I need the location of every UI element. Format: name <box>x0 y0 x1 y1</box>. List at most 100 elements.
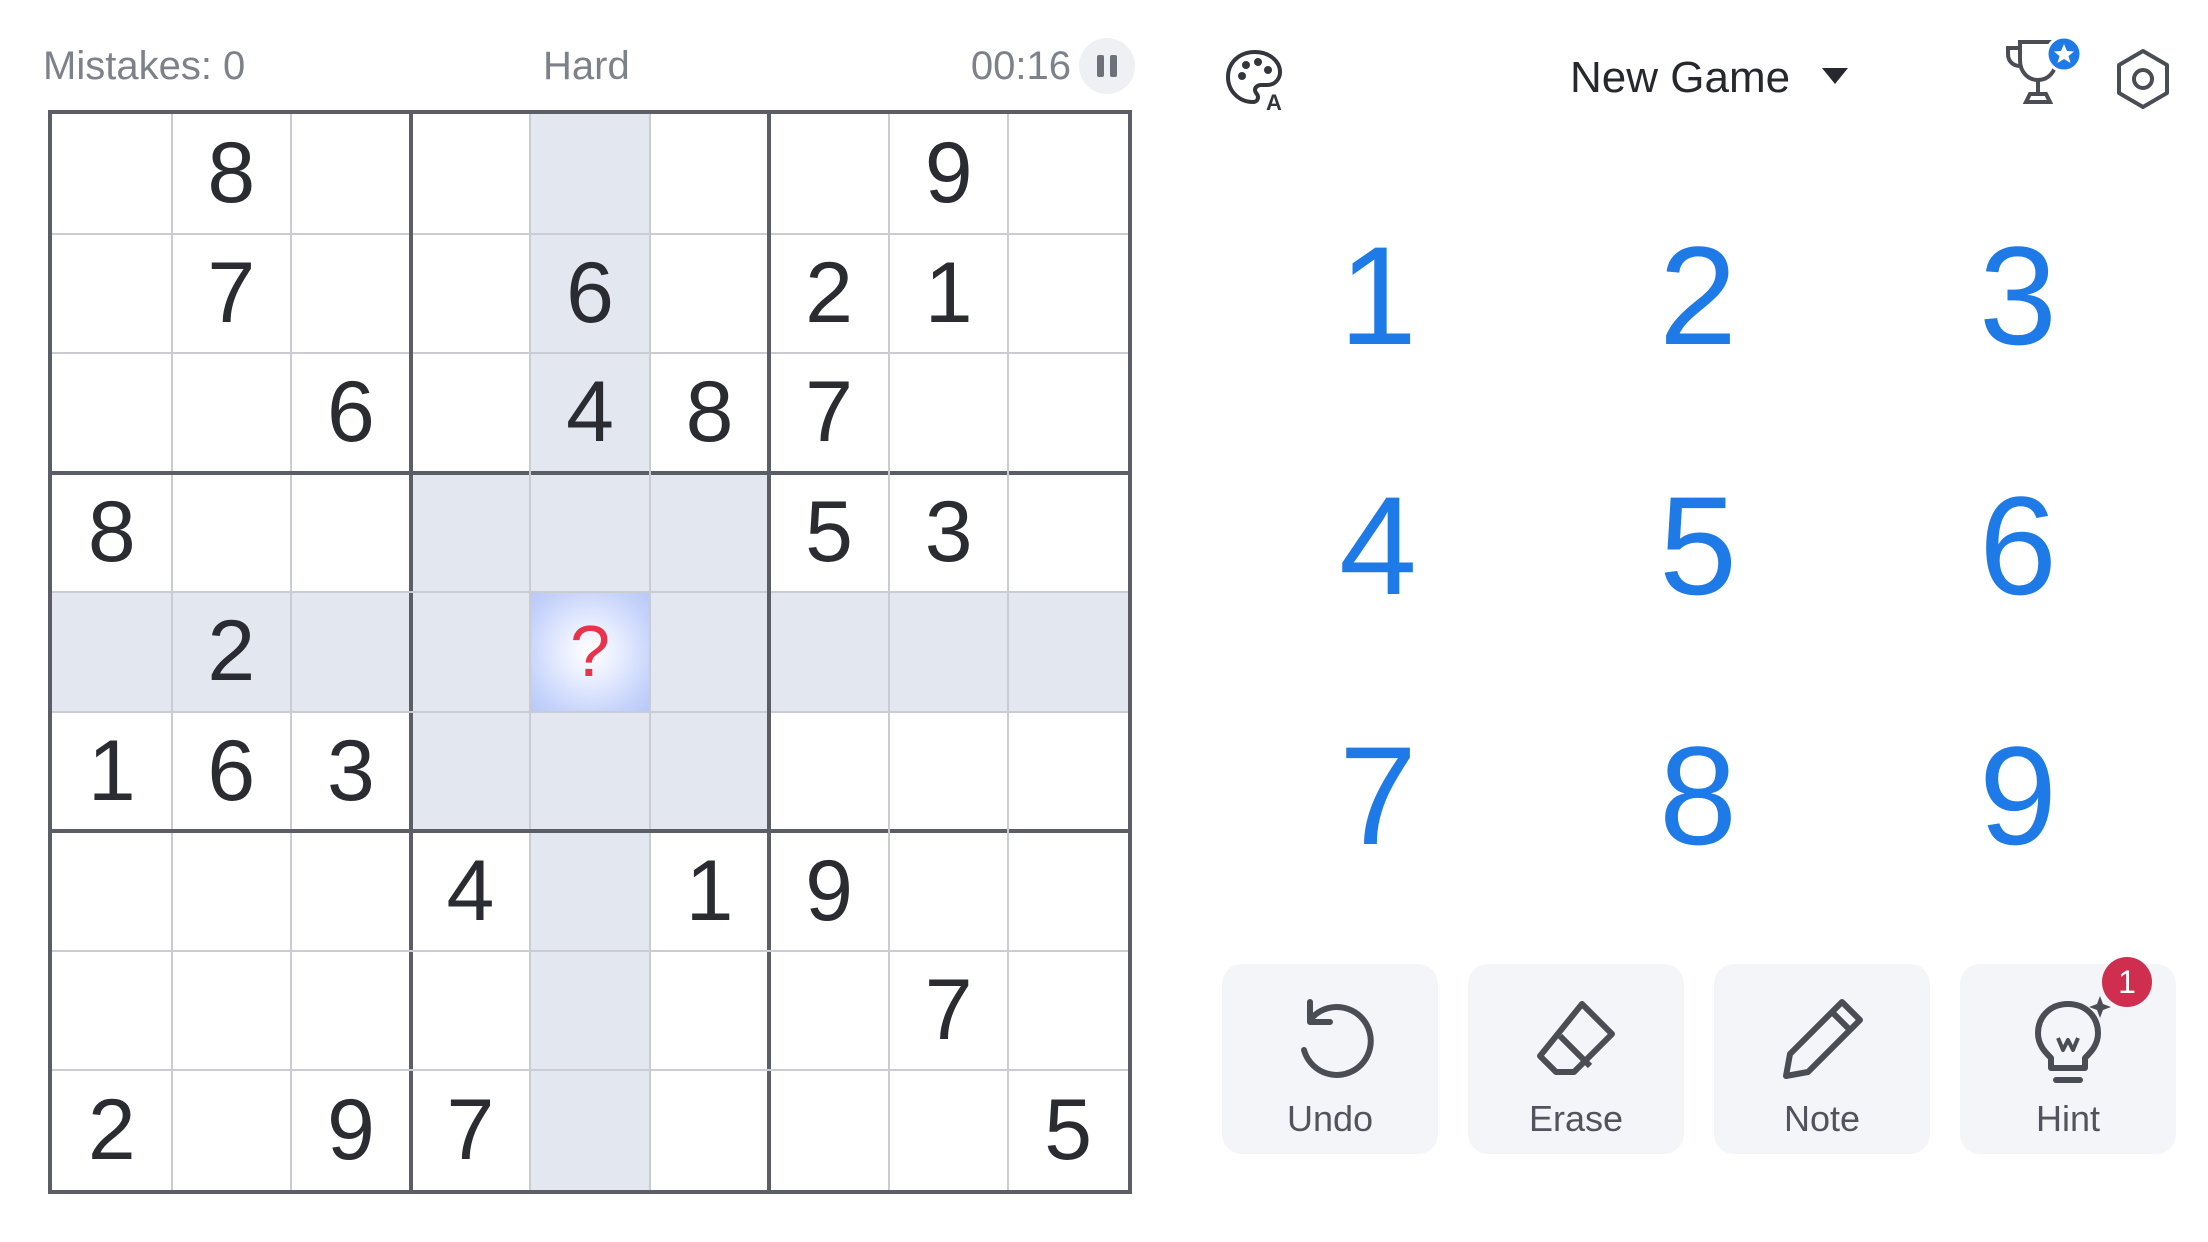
board-cell-r3c7[interactable]: 7 <box>769 353 889 473</box>
board-cell-r5c1[interactable] <box>52 592 172 712</box>
numpad-7-button[interactable]: 7 <box>1278 696 1478 896</box>
board-cell-r4c4[interactable] <box>410 472 531 593</box>
board-cell-r9c6[interactable] <box>650 1070 770 1190</box>
board-cell-r4c6[interactable] <box>649 472 770 593</box>
board-cell-r7c8[interactable] <box>889 831 1009 951</box>
board-cell-r5c8[interactable] <box>888 592 1009 712</box>
board-cell-r4c2[interactable] <box>172 473 292 593</box>
board-cell-r2c1[interactable] <box>52 234 172 354</box>
caret-down-icon[interactable] <box>1822 68 1848 84</box>
board-cell-r6c5[interactable] <box>530 711 650 832</box>
board-cell-r8c5[interactable] <box>530 950 650 1071</box>
board-cell-r4c7[interactable]: 5 <box>769 473 889 593</box>
numpad-6-button[interactable]: 6 <box>1918 446 2118 646</box>
board-cell-r3c9[interactable] <box>1008 353 1128 473</box>
board-cell-r9c3[interactable]: 9 <box>291 1070 411 1190</box>
numpad-9-button[interactable]: 9 <box>1918 696 2118 896</box>
board-cell-r8c6[interactable] <box>650 951 770 1071</box>
board-cell-r7c4[interactable]: 4 <box>411 831 531 951</box>
board-cell-r1c9[interactable] <box>1008 114 1128 234</box>
board-cell-r5c4[interactable] <box>410 592 531 712</box>
board-cell-r4c5[interactable] <box>530 472 650 593</box>
board-cell-r1c7[interactable] <box>769 114 889 234</box>
pause-icon[interactable] <box>1079 38 1135 94</box>
board-cell-r8c4[interactable] <box>411 951 531 1071</box>
trophy-icon[interactable] <box>1998 34 2088 114</box>
board-cell-r5c6[interactable] <box>649 592 770 712</box>
board-cell-r7c3[interactable] <box>291 831 411 951</box>
board-cell-r4c3[interactable] <box>291 473 411 593</box>
numpad-4-button[interactable]: 4 <box>1278 446 1478 646</box>
board-cell-r4c1[interactable]: 8 <box>52 473 172 593</box>
board-cell-r7c7[interactable]: 9 <box>769 831 889 951</box>
board-cell-r1c4[interactable] <box>411 114 531 234</box>
note-button[interactable]: Note <box>1714 964 1930 1154</box>
board-cell-r2c9[interactable] <box>1008 234 1128 354</box>
board-cell-r3c3[interactable]: 6 <box>291 353 411 473</box>
board-cell-r3c6[interactable]: 8 <box>650 353 770 473</box>
board-cell-r5c7[interactable] <box>769 592 889 712</box>
grid-line <box>1007 114 1010 1190</box>
board-cell-r2c8[interactable]: 1 <box>889 234 1009 354</box>
board-cell-r5c9[interactable] <box>1008 592 1128 712</box>
board-cell-r8c9[interactable] <box>1008 951 1128 1071</box>
board-cell-r8c7[interactable] <box>769 951 889 1071</box>
board-cell-r9c9[interactable]: 5 <box>1008 1070 1128 1190</box>
board-cell-r5c3[interactable] <box>291 592 411 712</box>
board-cell-r1c2[interactable]: 8 <box>172 114 292 234</box>
board-cell-r9c5[interactable] <box>530 1070 650 1190</box>
board-cell-r3c8[interactable] <box>889 353 1009 473</box>
board-cell-r8c1[interactable] <box>52 951 172 1071</box>
board-cell-r3c5[interactable]: 4 <box>530 353 650 473</box>
board-cell-r2c2[interactable]: 7 <box>172 234 292 354</box>
board-cell-r7c5[interactable] <box>530 831 650 951</box>
numpad-5-button[interactable]: 5 <box>1598 446 1798 646</box>
board-cell-r6c9[interactable] <box>1008 712 1128 832</box>
board-cell-r7c6[interactable]: 1 <box>650 831 770 951</box>
board-cell-r2c3[interactable] <box>291 234 411 354</box>
board-cell-r7c9[interactable] <box>1008 831 1128 951</box>
settings-icon[interactable] <box>2112 46 2174 112</box>
board-cell-r9c7[interactable] <box>769 1070 889 1190</box>
new-game-button[interactable]: New Game <box>1570 50 1790 106</box>
board-cell-r1c3[interactable] <box>291 114 411 234</box>
board-cell-r4c8[interactable]: 3 <box>889 473 1009 593</box>
board-cell-r5c5[interactable]: ? <box>530 592 650 712</box>
board-cell-r1c8[interactable]: 9 <box>889 114 1009 234</box>
board-cell-r9c4[interactable]: 7 <box>411 1070 531 1190</box>
erase-button[interactable]: Erase <box>1468 964 1684 1154</box>
board-cell-r1c5[interactable] <box>530 114 650 234</box>
undo-button[interactable]: Undo <box>1222 964 1438 1154</box>
board-cell-r6c4[interactable] <box>410 711 531 832</box>
board-cell-r9c2[interactable] <box>172 1070 292 1190</box>
board-cell-r3c2[interactable] <box>172 353 292 473</box>
board-cell-r5c2[interactable]: 2 <box>171 592 292 712</box>
board-cell-r8c3[interactable] <box>291 951 411 1071</box>
board-cell-r4c9[interactable] <box>1008 473 1128 593</box>
board-cell-r6c7[interactable] <box>769 712 889 832</box>
board-cell-r6c8[interactable] <box>889 712 1009 832</box>
board-cell-r3c1[interactable] <box>52 353 172 473</box>
board-cell-r8c2[interactable] <box>172 951 292 1071</box>
board-cell-r6c6[interactable] <box>649 711 770 832</box>
board-cell-r7c2[interactable] <box>172 831 292 951</box>
board-cell-r1c6[interactable] <box>650 114 770 234</box>
board-cell-r2c7[interactable]: 2 <box>769 234 889 354</box>
palette-icon[interactable]: A <box>1222 46 1288 112</box>
board-cell-r2c6[interactable] <box>650 234 770 354</box>
numpad-2-button[interactable]: 2 <box>1598 196 1798 396</box>
board-cell-r6c3[interactable]: 3 <box>291 712 411 832</box>
board-cell-r2c4[interactable] <box>411 234 531 354</box>
board-cell-r6c1[interactable]: 1 <box>52 712 172 832</box>
numpad-3-button[interactable]: 3 <box>1918 196 2118 396</box>
board-cell-r2c5[interactable]: 6 <box>530 233 650 354</box>
numpad-8-button[interactable]: 8 <box>1598 696 1798 896</box>
board-cell-r3c4[interactable] <box>411 353 531 473</box>
numpad-1-button[interactable]: 1 <box>1278 196 1478 396</box>
board-cell-r6c2[interactable]: 6 <box>172 712 292 832</box>
board-cell-r7c1[interactable] <box>52 831 172 951</box>
board-cell-r9c1[interactable]: 2 <box>52 1070 172 1190</box>
board-cell-r8c8[interactable]: 7 <box>889 951 1009 1071</box>
board-cell-r9c8[interactable] <box>889 1070 1009 1190</box>
board-cell-r1c1[interactable] <box>52 114 172 234</box>
